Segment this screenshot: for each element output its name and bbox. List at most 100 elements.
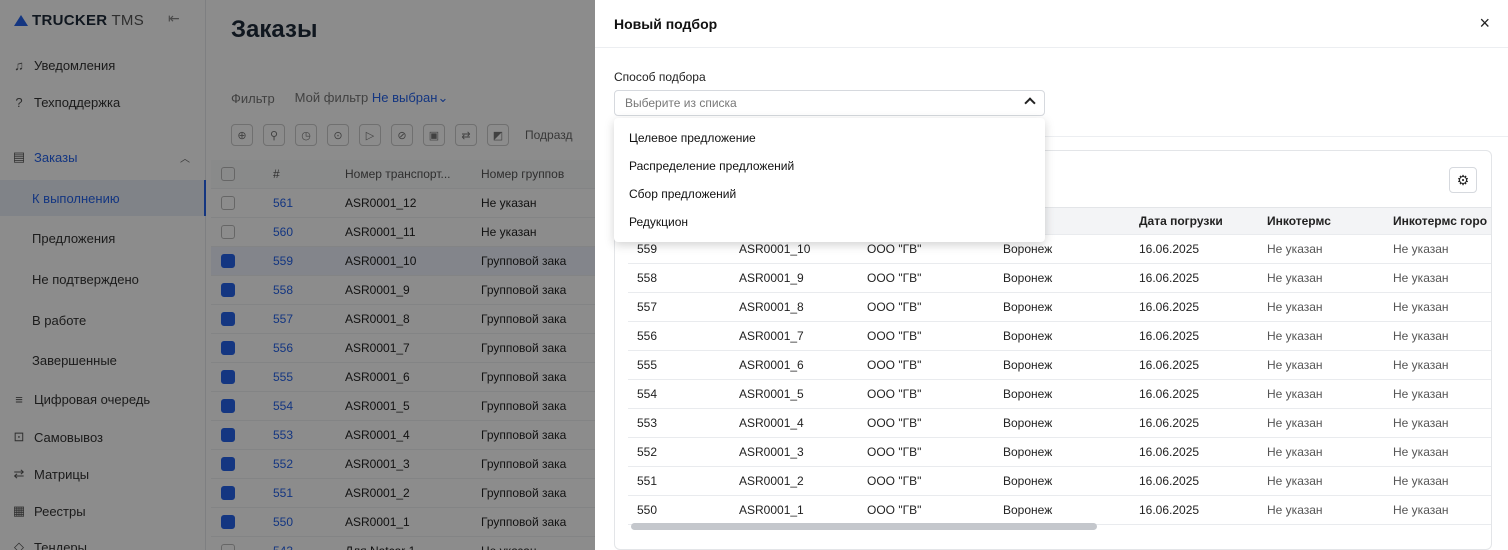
city: Воронеж	[1003, 503, 1053, 517]
consignee: ООО "ГВ"	[867, 329, 922, 343]
city: Воронеж	[1003, 416, 1053, 430]
incoterms: Не указан	[1267, 387, 1323, 401]
city: Воронеж	[1003, 474, 1053, 488]
incoterms-city: Не указан	[1393, 503, 1449, 517]
order-id: 555	[637, 358, 658, 372]
transport-number: ASR0001_6	[739, 358, 804, 372]
order-id: 557	[637, 300, 658, 314]
column-header[interactable]: Инкотермс горо	[1384, 214, 1491, 228]
order-id: 551	[637, 474, 658, 488]
incoterms-city: Не указан	[1393, 242, 1449, 256]
incoterms: Не указан	[1267, 445, 1323, 459]
incoterms: Не указан	[1267, 242, 1323, 256]
new-selection-drawer: Новый подбор × Способ подбора Выберите и…	[595, 0, 1508, 550]
incoterms: Не указан	[1267, 416, 1323, 430]
drawer-header: Новый подбор ×	[595, 0, 1508, 48]
table-row[interactable]: 557 ASR0001_8 ООО "ГВ" Воронеж 16.06.2025 Не …	[628, 293, 1491, 322]
transport-number: ASR0001_10	[739, 242, 811, 256]
consignee: ООО "ГВ"	[867, 242, 922, 256]
incoterms-city: Не указан	[1393, 271, 1449, 285]
incoterms: Не указан	[1267, 329, 1323, 343]
order-id: 554	[637, 387, 658, 401]
order-id: 559	[637, 242, 658, 256]
option-offer-distribution[interactable]: Распределение предложений	[614, 152, 1045, 180]
option-offer-collection[interactable]: Сбор предложений	[614, 180, 1045, 208]
order-id: 550	[637, 503, 658, 517]
incoterms: Не указан	[1267, 503, 1323, 517]
loading-date: 16.06.2025	[1139, 300, 1200, 314]
consignee: ООО "ГВ"	[867, 358, 922, 372]
table-row[interactable]: 556 ASR0001_7 ООО "ГВ" Воронеж 16.06.2025 Не …	[628, 322, 1491, 351]
consignee: ООО "ГВ"	[867, 271, 922, 285]
incoterms: Не указан	[1267, 300, 1323, 314]
incoterms-city: Не указан	[1393, 329, 1449, 343]
consignee: ООО "ГВ"	[867, 416, 922, 430]
city: Воронеж	[1003, 445, 1053, 459]
table-row[interactable]: 555 ASR0001_6 ООО "ГВ" Воронеж 16.06.2025 Не …	[628, 351, 1491, 380]
transport-number: ASR0001_4	[739, 416, 804, 430]
divider	[1045, 136, 1508, 137]
city: Воронеж	[1003, 242, 1053, 256]
drawer-title: Новый подбор	[614, 15, 718, 32]
incoterms-city: Не указан	[1393, 416, 1449, 430]
incoterms-city: Не указан	[1393, 358, 1449, 372]
loading-date: 16.06.2025	[1139, 474, 1200, 488]
loading-date: 16.06.2025	[1139, 503, 1200, 517]
close-button[interactable]: ×	[1479, 14, 1490, 32]
transport-number: ASR0001_7	[739, 329, 804, 343]
option-reduction[interactable]: Редукцион	[614, 208, 1045, 236]
transport-number: ASR0001_2	[739, 474, 804, 488]
loading-date: 16.06.2025	[1139, 271, 1200, 285]
table-row[interactable]: 558 ASR0001_9 ООО "ГВ" Воронеж 16.06.2025 Не …	[628, 264, 1491, 293]
select-placeholder: Выберите из списка	[625, 96, 737, 110]
table-row[interactable]: 554 ASR0001_5 ООО "ГВ" Воронеж 16.06.2025 Не …	[628, 380, 1491, 409]
loading-date: 16.06.2025	[1139, 358, 1200, 372]
consignee: ООО "ГВ"	[867, 445, 922, 459]
order-id: 552	[637, 445, 658, 459]
selection-method-label: Способ подбора	[614, 70, 706, 84]
consignee: ООО "ГВ"	[867, 503, 922, 517]
city: Воронеж	[1003, 358, 1053, 372]
incoterms: Не указан	[1267, 271, 1323, 285]
city: Воронеж	[1003, 387, 1053, 401]
incoterms: Не указан	[1267, 358, 1323, 372]
settings-button[interactable]: ⚙	[1449, 167, 1477, 193]
horizontal-scrollbar[interactable]	[631, 523, 1097, 530]
consignee: ООО "ГВ"	[867, 474, 922, 488]
incoterms-city: Не указан	[1393, 474, 1449, 488]
city: Воронеж	[1003, 271, 1053, 285]
chevron-up-icon	[1024, 97, 1036, 109]
loading-date: 16.06.2025	[1139, 242, 1200, 256]
incoterms-city: Не указан	[1393, 387, 1449, 401]
incoterms: Не указан	[1267, 474, 1323, 488]
order-id: 553	[637, 416, 658, 430]
transport-number: ASR0001_9	[739, 271, 804, 285]
selection-method-dropdown: Целевое предложение Распределение предло…	[614, 118, 1045, 242]
loading-date: 16.06.2025	[1139, 387, 1200, 401]
column-header[interactable]: Дата погрузки	[1130, 214, 1258, 228]
loading-date: 16.06.2025	[1139, 445, 1200, 459]
selected-orders-table: Дата погрузки Инкотермс Инкотермс горо 5…	[628, 207, 1491, 525]
city: Воронеж	[1003, 300, 1053, 314]
order-id: 556	[637, 329, 658, 343]
option-target-offer[interactable]: Целевое предложение	[614, 124, 1045, 152]
incoterms-city: Не указан	[1393, 445, 1449, 459]
table-row[interactable]: 553 ASR0001_4 ООО "ГВ" Воронеж 16.06.2025 Не …	[628, 409, 1491, 438]
loading-date: 16.06.2025	[1139, 329, 1200, 343]
consignee: ООО "ГВ"	[867, 387, 922, 401]
order-id: 558	[637, 271, 658, 285]
transport-number: ASR0001_3	[739, 445, 804, 459]
gear-icon: ⚙	[1456, 171, 1470, 188]
loading-date: 16.06.2025	[1139, 416, 1200, 430]
table-row[interactable]: 550 ASR0001_1 ООО "ГВ" Воронеж 16.06.2025 Не …	[628, 496, 1491, 525]
column-header[interactable]: Инкотермс	[1258, 214, 1384, 228]
city: Воронеж	[1003, 329, 1053, 343]
table-row[interactable]: 551 ASR0001_2 ООО "ГВ" Воронеж 16.06.2025 Не …	[628, 467, 1491, 496]
incoterms-city: Не указан	[1393, 300, 1449, 314]
transport-number: ASR0001_5	[739, 387, 804, 401]
transport-number: ASR0001_1	[739, 503, 804, 517]
transport-number: ASR0001_8	[739, 300, 804, 314]
selection-method-select[interactable]: Выберите из списка	[614, 90, 1045, 116]
consignee: ООО "ГВ"	[867, 300, 922, 314]
table-row[interactable]: 552 ASR0001_3 ООО "ГВ" Воронеж 16.06.2025 Не …	[628, 438, 1491, 467]
